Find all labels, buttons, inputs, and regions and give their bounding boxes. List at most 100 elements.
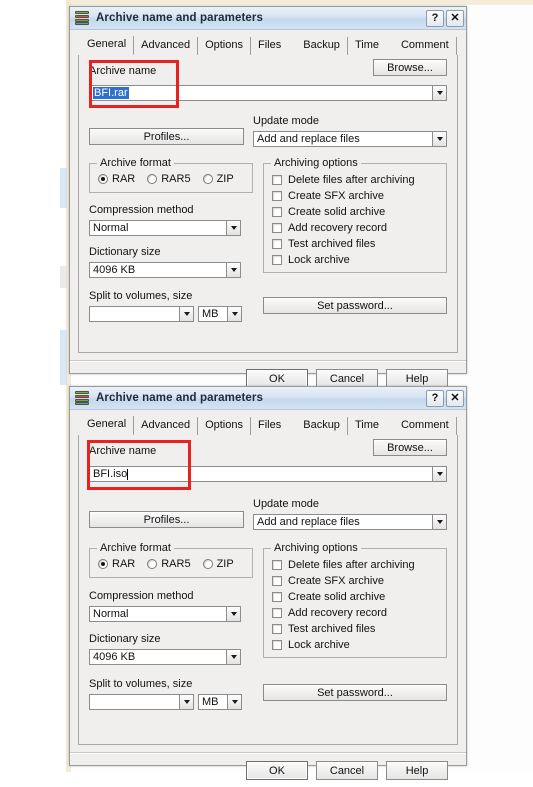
compression-method-dropdown-arrow[interactable] xyxy=(226,606,241,622)
text-caret xyxy=(127,468,129,480)
tab-files[interactable]: Files xyxy=(251,37,288,55)
set-password-button[interactable]: Set password... xyxy=(263,684,447,701)
set-password-button[interactable]: Set password... xyxy=(263,297,447,314)
archive-dialog-bottom[interactable]: Archive name and parameters ? ✕ General … xyxy=(69,386,467,780)
checkbox-icon xyxy=(272,576,282,586)
split-size-combo[interactable] xyxy=(89,306,194,322)
radio-rar[interactable]: RAR xyxy=(98,558,135,570)
checkbox-test-archived[interactable]: Test archived files xyxy=(272,238,438,250)
radio-dot-rar5 xyxy=(147,559,158,569)
size-unit-value[interactable]: MB xyxy=(198,694,227,710)
archive-name-input[interactable]: BFI.rar xyxy=(89,85,432,101)
size-unit-combo[interactable]: MB xyxy=(198,306,242,322)
radio-rar5[interactable]: RAR5 xyxy=(147,173,191,185)
checkbox-create-solid[interactable]: Create solid archive xyxy=(272,591,438,603)
radio-label-rar: RAR xyxy=(112,173,136,185)
checkbox-test-archived[interactable]: Test archived files xyxy=(272,623,438,635)
archive-name-field[interactable]: BFI.rar xyxy=(89,85,447,101)
split-size-dropdown-arrow[interactable] xyxy=(179,306,194,322)
tab-backup[interactable]: Backup xyxy=(296,37,348,55)
checkbox-lock-archive[interactable]: Lock archive xyxy=(272,254,438,266)
split-size-dropdown-arrow[interactable] xyxy=(179,694,194,710)
archive-name-input[interactable]: BFI.iso xyxy=(89,466,432,482)
update-mode-combo[interactable]: Add and replace files xyxy=(253,514,447,530)
compression-method-combo[interactable]: Normal xyxy=(89,606,241,622)
archive-name-field[interactable]: BFI.iso xyxy=(89,466,447,482)
radio-dot-rar xyxy=(98,559,108,569)
tab-backup[interactable]: Backup xyxy=(296,417,348,435)
checkbox-icon xyxy=(272,175,282,185)
tab-general[interactable]: General xyxy=(80,416,135,436)
compression-method-combo[interactable]: Normal xyxy=(89,220,241,236)
checkbox-create-sfx[interactable]: Create SFX archive xyxy=(272,575,438,587)
radio-label-zip: ZIP xyxy=(216,558,234,570)
size-unit-dropdown-arrow[interactable] xyxy=(227,694,242,710)
dictionary-size-combo[interactable]: 4096 KB xyxy=(89,649,241,665)
tab-options[interactable]: Options xyxy=(198,37,251,55)
browse-button[interactable]: Browse... xyxy=(373,59,447,76)
tab-strip[interactable]: General Advanced Options Files Backup Ti… xyxy=(78,416,458,436)
tab-general[interactable]: General xyxy=(80,36,135,56)
dictionary-size-dropdown-arrow[interactable] xyxy=(226,649,241,665)
titlebar[interactable]: Archive name and parameters ? ✕ xyxy=(70,7,466,30)
radio-rar5[interactable]: RAR5 xyxy=(147,558,191,570)
help-icon[interactable]: ? xyxy=(426,9,444,27)
checkbox-create-sfx[interactable]: Create SFX archive xyxy=(272,190,438,202)
split-size-value[interactable] xyxy=(89,306,179,322)
close-icon[interactable]: ✕ xyxy=(446,9,464,27)
archive-name-dropdown-arrow[interactable] xyxy=(432,85,447,101)
tab-advanced[interactable]: Advanced xyxy=(134,417,199,435)
size-unit-dropdown-arrow[interactable] xyxy=(227,306,242,322)
general-tab-panel: Archive name Browse... BFI.iso Profiles.… xyxy=(78,435,458,745)
checkbox-recovery-record[interactable]: Add recovery record xyxy=(272,222,438,234)
close-icon[interactable]: ✕ xyxy=(446,389,464,407)
tab-strip[interactable]: General Advanced Options Files Backup Ti… xyxy=(78,36,458,56)
checkbox-lock-archive[interactable]: Lock archive xyxy=(272,639,438,651)
radio-zip[interactable]: ZIP xyxy=(202,173,234,185)
split-size-combo[interactable] xyxy=(89,694,194,710)
update-mode-value[interactable]: Add and replace files xyxy=(253,514,432,530)
size-unit-combo[interactable]: MB xyxy=(198,694,242,710)
update-mode-dropdown-arrow[interactable] xyxy=(432,514,447,530)
profiles-button[interactable]: Profiles... xyxy=(89,511,244,528)
compression-method-dropdown-arrow[interactable] xyxy=(226,220,241,236)
tab-comment[interactable]: Comment xyxy=(394,37,457,55)
update-mode-value[interactable]: Add and replace files xyxy=(253,131,432,147)
archive-dialog-top[interactable]: Archive name and parameters ? ✕ General … xyxy=(69,6,467,388)
titlebar[interactable]: Archive name and parameters ? ✕ xyxy=(70,387,466,410)
ok-button[interactable]: OK xyxy=(246,761,308,780)
tab-time[interactable]: Time xyxy=(348,417,386,435)
dialog-footer: OK Cancel Help xyxy=(78,754,458,787)
compression-method-value[interactable]: Normal xyxy=(89,606,226,622)
dictionary-size-value[interactable]: 4096 KB xyxy=(89,649,226,665)
checkbox-icon xyxy=(272,560,282,570)
profiles-button[interactable]: Profiles... xyxy=(89,128,244,145)
compression-method-value[interactable]: Normal xyxy=(89,220,226,236)
tab-advanced[interactable]: Advanced xyxy=(134,37,199,55)
archive-name-dropdown-arrow[interactable] xyxy=(432,466,447,482)
radio-rar[interactable]: RAR xyxy=(98,173,135,185)
radio-zip[interactable]: ZIP xyxy=(202,558,234,570)
checkbox-recovery-record[interactable]: Add recovery record xyxy=(272,607,438,619)
checkbox-delete-files[interactable]: Delete files after archiving xyxy=(272,559,438,571)
tab-options[interactable]: Options xyxy=(198,417,251,435)
update-mode-label: Update mode xyxy=(253,115,320,127)
tab-files[interactable]: Files xyxy=(251,417,288,435)
browse-button[interactable]: Browse... xyxy=(373,439,447,456)
dictionary-size-combo[interactable]: 4096 KB xyxy=(89,262,241,278)
cancel-button[interactable]: Cancel xyxy=(316,761,378,780)
size-unit-value[interactable]: MB xyxy=(198,306,227,322)
update-mode-combo[interactable]: Add and replace files xyxy=(253,131,447,147)
tab-time[interactable]: Time xyxy=(348,37,386,55)
checkbox-create-solid[interactable]: Create solid archive xyxy=(272,206,438,218)
checkbox-label: Add recovery record xyxy=(288,607,388,619)
tab-comment[interactable]: Comment xyxy=(394,417,457,435)
checkbox-delete-files[interactable]: Delete files after archiving xyxy=(272,174,438,186)
split-size-value[interactable] xyxy=(89,694,179,710)
dictionary-size-value[interactable]: 4096 KB xyxy=(89,262,226,278)
help-icon[interactable]: ? xyxy=(426,389,444,407)
checkbox-icon xyxy=(272,255,282,265)
update-mode-dropdown-arrow[interactable] xyxy=(432,131,447,147)
help-button[interactable]: Help xyxy=(386,761,448,780)
dictionary-size-dropdown-arrow[interactable] xyxy=(226,262,241,278)
